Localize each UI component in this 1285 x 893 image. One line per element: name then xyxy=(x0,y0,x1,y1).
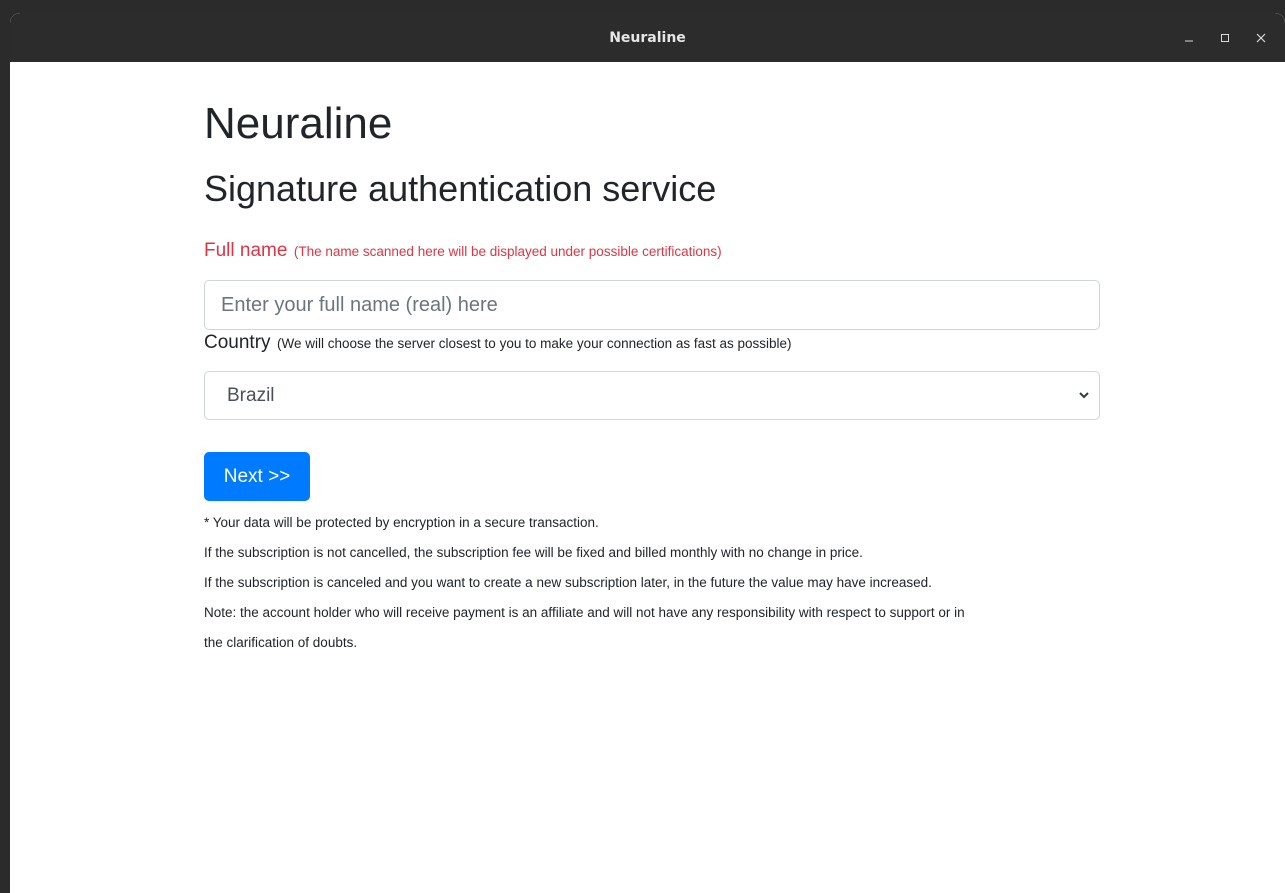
page-subtitle: Signature authentication service xyxy=(204,168,717,209)
minimize-icon xyxy=(1185,40,1193,41)
full-name-note: (The name scanned here will be displayed… xyxy=(293,244,722,259)
country-selected-value: Brazil xyxy=(227,384,275,406)
note-line: If the subscription is not cancelled, th… xyxy=(204,545,863,560)
minimize-button[interactable] xyxy=(1171,24,1207,52)
maximize-icon xyxy=(1221,33,1229,42)
note-line: If the subscription is canceled and you … xyxy=(204,575,932,590)
window-controls xyxy=(1171,13,1279,62)
close-icon xyxy=(1256,33,1266,42)
note-line: * Your data will be protected by encrypt… xyxy=(204,515,599,530)
note-line: Note: the account holder who will receiv… xyxy=(204,605,965,620)
window-title: Neuraline xyxy=(609,29,686,46)
full-name-label: Full name xyxy=(204,240,288,261)
country-label-row: Country (We will choose the server close… xyxy=(204,332,791,354)
app-window: Neuraline Neuraline Signature authentica… xyxy=(10,13,1285,893)
title-bar[interactable]: Neuraline xyxy=(10,13,1285,62)
country-select[interactable]: Brazil xyxy=(204,371,1100,420)
chevron-down-icon xyxy=(1079,392,1089,399)
full-name-label-row: Full name (The name scanned here will be… xyxy=(204,240,722,262)
close-button[interactable] xyxy=(1243,24,1279,52)
country-note: (We will choose the server closest to yo… xyxy=(276,336,792,351)
country-label: Country xyxy=(204,332,271,353)
next-button[interactable]: Next >> xyxy=(204,452,310,501)
disclaimer-notes: * Your data will be protected by encrypt… xyxy=(204,508,1100,658)
note-line: the clarification of doubts. xyxy=(204,635,358,650)
full-name-input[interactable] xyxy=(204,280,1100,330)
page-title: Neuraline xyxy=(204,99,393,148)
maximize-button[interactable] xyxy=(1207,24,1243,52)
